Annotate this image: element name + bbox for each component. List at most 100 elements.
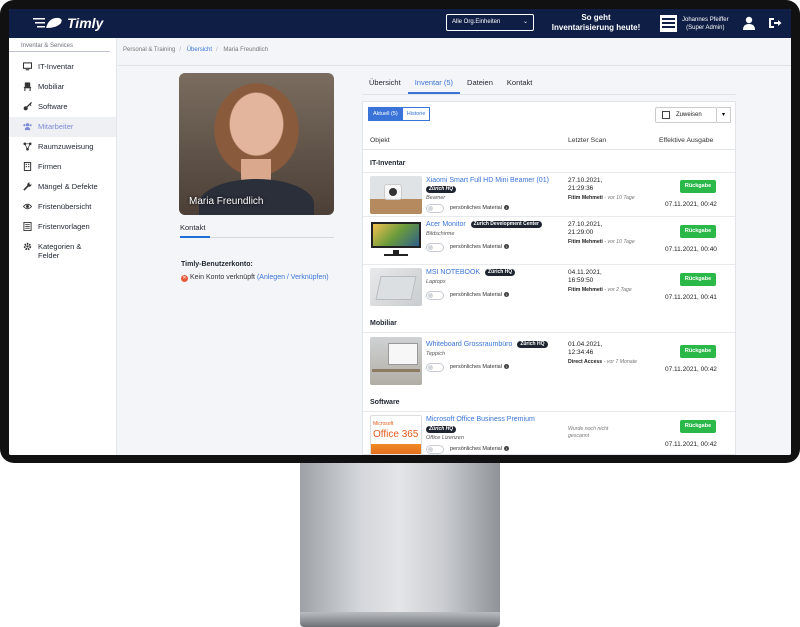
logout-icon[interactable] [768, 17, 782, 29]
table-header: Objekt Letzter Scan Effektive Ausgabe [363, 130, 735, 150]
sidebar-item-kategorien[interactable]: Kategorien & Felder [9, 237, 116, 265]
breadcrumb-item-1[interactable]: Personal & Training [123, 47, 175, 53]
sidebar-item-label: Fristenvorlagen [38, 222, 90, 231]
table-row[interactable]: Microsoft Office 365 Microsoft Office Bu… [363, 411, 735, 454]
item-title-link[interactable]: Acer Monitor Zurich Development Center [426, 221, 542, 228]
scan-datetime: 27.10.2021, 21:29:00 [568, 221, 603, 236]
table-row[interactable]: Whiteboard Grossraumbüro Zürich HQ Teppi… [363, 332, 735, 390]
tab-kontakt[interactable]: Kontakt [500, 78, 539, 94]
sidebar-item-mobiliar[interactable]: Mobiliar [9, 77, 116, 97]
location-badge: Zürich HQ [426, 186, 457, 193]
item-title-link[interactable]: Xiaomi Smart Full HD Mini Beamer (01) [426, 177, 549, 184]
personal-material-label: persönliches Material i [450, 292, 509, 298]
sidebar-item-fristenvorlagen[interactable]: Fristenvorlagen [9, 217, 116, 237]
sidebar-item-label: Mängel & Defekte [38, 182, 98, 191]
item-title-link[interactable]: MSI NOTEBOOK Zürich HQ [426, 269, 516, 276]
tab-inventar[interactable]: Inventar (5) [407, 78, 461, 94]
filter-history-button[interactable]: Historie [402, 107, 431, 121]
scan-status-note: Wurde noch nicht gescannt [568, 426, 609, 439]
sidebar-item-label: Mobiliar [38, 82, 65, 91]
inventory-panel: Aktuell (5) Historie Zuweisen ▾ Objekt L… [362, 101, 736, 455]
filter-current-button[interactable]: Aktuell (5) [368, 107, 403, 121]
sidebar-item-it-inventar[interactable]: IT-Inventar [9, 57, 116, 77]
table-row[interactable]: Acer Monitor Zurich Development Center B… [363, 216, 735, 264]
eye-icon [23, 203, 32, 210]
key-icon [23, 102, 32, 111]
col-last-scan[interactable]: Letzter Scan [568, 137, 606, 144]
info-icon: i [503, 446, 509, 451]
personal-material-toggle[interactable] [426, 291, 444, 300]
sidebar-item-fristenuebersicht[interactable]: Fristenübersicht [9, 197, 116, 217]
qr-code-icon[interactable] [660, 15, 677, 32]
section-mobiliar: Mobiliar [370, 320, 397, 327]
promo-line-1: So geht [581, 13, 611, 22]
breadcrumb-item-2[interactable]: Übersicht [187, 47, 212, 53]
item-title-link[interactable]: Microsoft Office Business Premium [426, 416, 535, 423]
scan-datetime: 01.04.2021, 12:34:46 [568, 341, 603, 356]
return-button[interactable]: Rückgabe [680, 180, 716, 193]
building-icon [23, 162, 32, 171]
org-unit-select[interactable]: Alle Org.Einheiten ⌄ [446, 14, 534, 31]
sidebar-item-label: Raumzuweisung [38, 142, 94, 151]
location-badge: Zürich HQ [517, 341, 548, 348]
assign-button-label: Zuweisen [676, 112, 702, 118]
output-date: 07.11.2021, 00:40 [665, 246, 717, 253]
item-thumbnail [370, 220, 422, 258]
tabs-divider [362, 94, 736, 95]
col-object[interactable]: Objekt [370, 137, 390, 144]
item-thumbnail [370, 176, 422, 214]
breadcrumb-item-3: Maria Freundlich [223, 47, 269, 53]
office-thumb-text-2: Office 365 [373, 429, 419, 440]
return-button[interactable]: Rückgabe [680, 273, 716, 286]
promo-line-2: Inventarisierung heute! [551, 23, 641, 32]
caret-down-icon: ▾ [721, 112, 725, 118]
personal-material-toggle[interactable] [426, 243, 444, 252]
monitor-stand [300, 463, 500, 618]
sidebar-item-mitarbeiter[interactable]: Mitarbeiter [9, 117, 116, 137]
personal-material-toggle[interactable] [426, 445, 444, 454]
promo-banner[interactable]: So geht Inventarisierung heute! [549, 13, 643, 33]
user-menu[interactable]: Johannes Pfeiffer (Super Admin) [682, 16, 729, 32]
return-button[interactable]: Rückgabe [680, 345, 716, 358]
personal-material-label: persönliches Material i [450, 364, 509, 370]
assign-dropdown-button[interactable]: ▾ [717, 107, 731, 123]
monitor-stand-base [300, 612, 500, 627]
personal-material-toggle[interactable] [426, 204, 444, 213]
assign-button[interactable]: Zuweisen [655, 107, 717, 123]
location-badge: Zürich HQ [485, 269, 516, 276]
account-status-text: Kein Konto verknüpft [190, 274, 255, 281]
info-icon: i [503, 292, 509, 297]
contact-tab-indicator [180, 236, 210, 238]
output-date: 07.11.2021, 00:42 [665, 441, 717, 448]
logo-text: Timly [67, 15, 104, 31]
org-unit-select-value: Alle Org.Einheiten [452, 19, 501, 25]
table-row[interactable]: Xiaomi Smart Full HD Mini Beamer (01) Zü… [363, 172, 735, 216]
logo[interactable]: Timly [33, 14, 103, 32]
account-link[interactable]: (Anlegen / Verknüpfen) [257, 274, 329, 281]
wrench-icon [23, 182, 32, 191]
sidebar-title: Inventar & Services [9, 38, 110, 52]
tab-dateien[interactable]: Dateien [460, 78, 500, 94]
sidebar-item-label: Kategorien & [38, 242, 82, 251]
item-title-link[interactable]: Whiteboard Grossraumbüro Zürich HQ [426, 341, 548, 348]
sidebar-item-maengel[interactable]: Mängel & Defekte [9, 177, 116, 197]
personal-material-toggle[interactable] [426, 363, 444, 372]
sidebar-item-software[interactable]: Software [9, 97, 116, 117]
sidebar-item-firmen[interactable]: Firmen [9, 157, 116, 177]
item-thumbnail: Microsoft Office 365 [370, 415, 422, 454]
tab-contact-profile[interactable]: Kontakt [180, 223, 205, 232]
user-name: Johannes Pfeiffer [682, 17, 729, 23]
chair-icon [23, 82, 32, 91]
personal-material-label: persönliches Material i [450, 205, 509, 211]
user-icon[interactable] [742, 16, 756, 30]
network-icon [23, 142, 32, 151]
return-button[interactable]: Rückgabe [680, 225, 716, 238]
return-button[interactable]: Rückgabe [680, 420, 716, 433]
item-category: Office Lizenzen [426, 435, 464, 441]
tab-uebersicht[interactable]: Übersicht [362, 78, 408, 94]
sidebar-item-raumzuweisung[interactable]: Raumzuweisung [9, 137, 116, 157]
col-effective-output[interactable]: Effektive Ausgabe [659, 137, 713, 144]
sidebar-item-label: Fristenübersicht [38, 202, 92, 211]
table-row[interactable]: MSI NOTEBOOK Zürich HQ Laptops persönlic… [363, 264, 735, 312]
output-date: 07.11.2021, 00:41 [665, 294, 717, 301]
